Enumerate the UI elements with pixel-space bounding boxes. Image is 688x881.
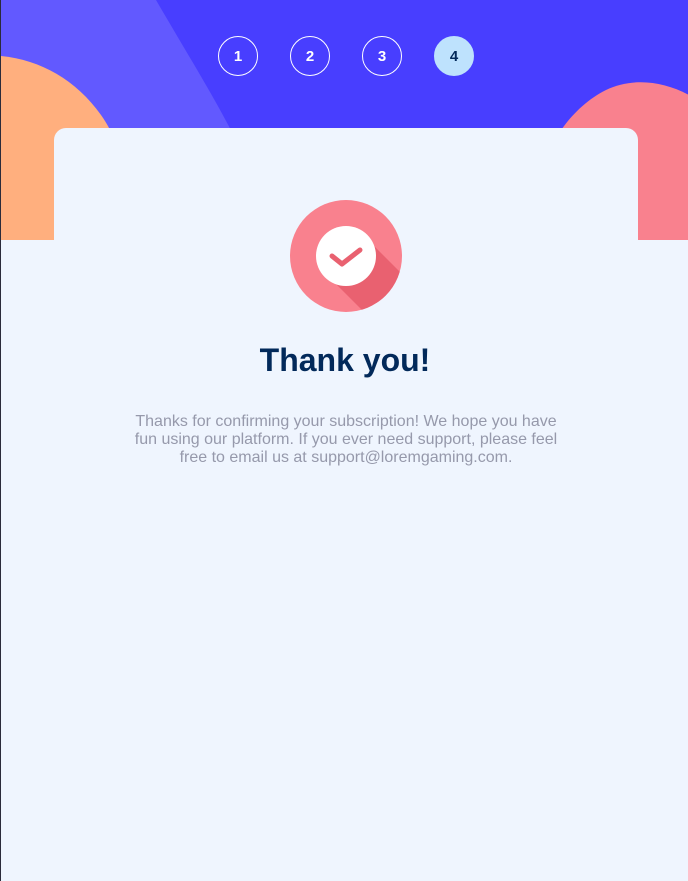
app-page: 1 2 3 4 Thank you! Thanks for confirming…: [0, 0, 688, 881]
checkmark-icon: [290, 200, 402, 312]
step-indicator: 1 2 3 4: [218, 36, 474, 76]
thank-you-title: Thank you!: [259, 342, 431, 378]
confirmation-message: Thanks for confirming your subscription!…: [134, 413, 558, 466]
step-3-button[interactable]: 3: [362, 36, 402, 76]
step-2-button[interactable]: 2: [290, 36, 330, 76]
step-4-button[interactable]: 4: [434, 36, 474, 76]
step-1-button[interactable]: 1: [218, 36, 258, 76]
